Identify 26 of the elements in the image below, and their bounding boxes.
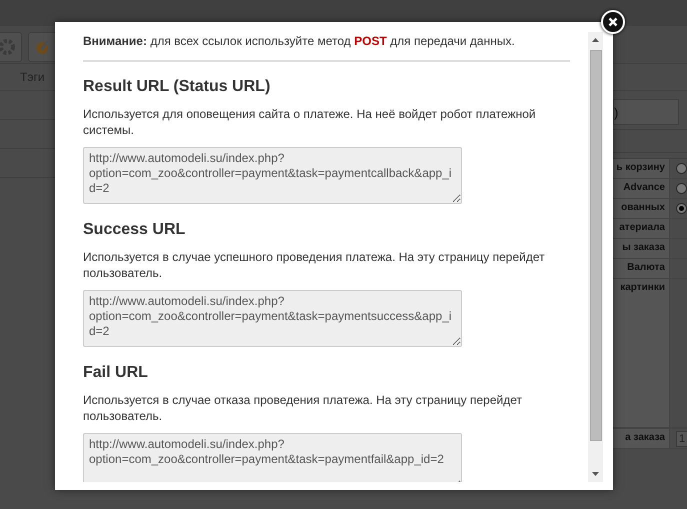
section-description: Используется в случае успешного проведения платежа. На эту страницу перейдет пользователь.	[83, 249, 546, 281]
scrollbar[interactable]	[588, 32, 603, 482]
setting-label: картинки	[620, 282, 665, 295]
setting-label: ь корзину	[616, 162, 665, 175]
section-description: Используется для оповещения сайта о платеже. На неё войдет робот платежной системы.	[83, 106, 537, 138]
section-heading: Success URL	[83, 220, 186, 240]
radio-button[interactable]	[676, 203, 687, 214]
setting-label: атериала	[619, 222, 665, 235]
section-heading: Fail URL	[83, 363, 149, 383]
setting-label: а заказа	[625, 432, 665, 445]
radio-button[interactable]	[676, 183, 687, 194]
section-description: Используется в случае отказа проведения платежа. На эту страницу перейдет пользователь.	[83, 392, 523, 424]
scroll-thumb[interactable]	[590, 50, 602, 441]
url-field[interactable]: http://www.automodeli.su/index.php?option=com_zoo&controller=payment&task=paymentsuccess&app_id=2	[83, 290, 462, 347]
url-field[interactable]: http://www.automodeli.su/index.php?option=com_zoo&controller=payment&task=paymentfail&app_id=2	[83, 433, 462, 482]
setting-label: ы заказа	[622, 242, 665, 255]
radio-button[interactable]	[676, 163, 687, 174]
toolbar-button[interactable]	[28, 32, 58, 62]
setting-label: ованных	[621, 202, 665, 215]
close-icon	[608, 17, 618, 27]
panel-heading: )	[613, 99, 680, 125]
url-field[interactable]: http://www.automodeli.su/index.php?option=com_zoo&controller=payment&task=paymentcallback&app_id=2	[83, 147, 462, 204]
notice-text: Внимание: для всех ссылок используйте метод POST для передачи данных.	[83, 33, 516, 50]
section-heading: Result URL (Status URL)	[83, 77, 272, 97]
setting-label: Advance	[623, 182, 665, 195]
setting-label: Валюта	[627, 262, 665, 275]
